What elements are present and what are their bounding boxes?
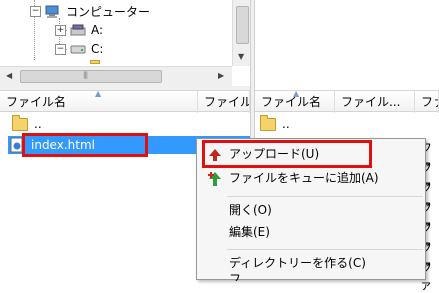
tree-label-computer: コンピューター — [66, 4, 151, 19]
scroll-right-arrow-icon[interactable]: ▶ — [218, 71, 224, 80]
remote-file-list-header: ファイル名 ▲ ファイル... ファ — [255, 90, 439, 113]
menu-separator — [227, 196, 423, 197]
list-item-parent[interactable]: .. — [12, 114, 42, 134]
column-header-filesize[interactable]: ファイル — [198, 91, 250, 113]
computer-icon — [45, 5, 61, 18]
menu-item-create-directory[interactable]: ディレクトリーを作る(C) — [197, 252, 425, 275]
expand-icon[interactable]: + — [55, 24, 66, 36]
folder-icon — [12, 114, 28, 131]
scroll-thumb[interactable]: ||| — [20, 70, 162, 83]
tree-item-drive-c[interactable]: − C: — [55, 40, 103, 58]
list-item-parent[interactable]: .. — [260, 114, 290, 134]
sort-ascending-icon: ▲ — [293, 91, 300, 98]
column-header-filesize[interactable]: ファイル... — [335, 91, 415, 113]
tree-vertical-scrollbar[interactable]: ▼ — [232, 0, 250, 66]
tree-label-drive-c: C: — [91, 42, 104, 56]
tree-label-drive-a: A: — [91, 23, 104, 37]
local-file-list-header: ファイル名 ▲ ファイル — [0, 90, 250, 113]
floppy-drive-icon — [70, 24, 86, 36]
scroll-thumb[interactable] — [236, 6, 249, 44]
collapse-icon[interactable]: − — [30, 5, 41, 17]
folder-icon — [90, 60, 100, 64]
highlight-box-upload — [202, 140, 372, 168]
tree-horizontal-scrollbar[interactable]: ◀ ||| ▶ — [0, 66, 232, 86]
collapse-icon[interactable]: − — [55, 43, 66, 55]
hard-drive-icon — [70, 43, 86, 55]
column-header-filename[interactable]: ファイル名 ▲ — [0, 91, 198, 113]
folder-icon — [260, 114, 276, 131]
tree-item-drive-a[interactable]: + A: — [55, 21, 103, 39]
column-header-filename[interactable]: ファイル名 ▲ — [255, 91, 335, 113]
remote-directory-tree[interactable] — [255, 0, 439, 86]
sort-ascending-icon: ▲ — [95, 91, 102, 98]
menu-separator — [227, 249, 423, 250]
scroll-left-arrow-icon[interactable]: ◀ — [6, 71, 12, 80]
menu-item-open[interactable]: 開く(O) — [197, 199, 425, 222]
scroll-down-arrow-icon[interactable]: ▼ — [238, 52, 244, 61]
menu-item-add-to-queue[interactable]: ファイルをキューに追加(A) — [197, 167, 425, 190]
tree-item-computer[interactable]: − コンピューター — [30, 2, 150, 20]
menu-item-edit[interactable]: 編集(E) — [197, 221, 425, 244]
add-to-queue-icon — [207, 171, 223, 187]
column-header-filetype[interactable]: ファ — [415, 91, 439, 113]
context-menu: アップロード(U) ファイルをキューに追加(A) 開く(O) 編集(E) ディレ… — [196, 138, 426, 281]
list-item-index-html[interactable]: index.html — [31, 137, 95, 153]
